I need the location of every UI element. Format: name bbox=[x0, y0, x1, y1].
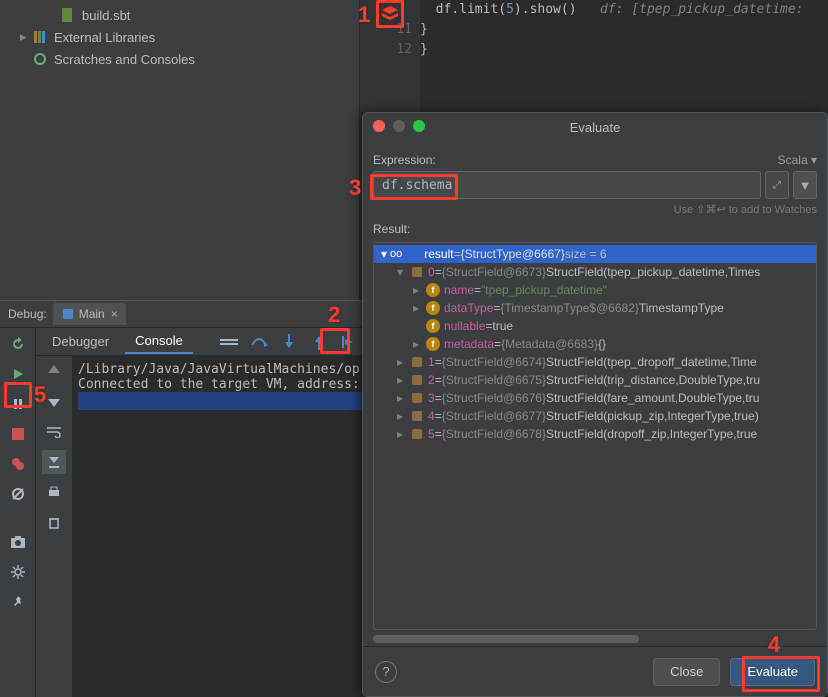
tree-node[interactable]: ▸1 = {StructField@6674} StructField(tpep… bbox=[374, 353, 816, 371]
result-tree[interactable]: ▾ oo result = {StructType@6667} size = 6… bbox=[373, 242, 817, 630]
callout-5: 5 bbox=[34, 382, 46, 408]
horizontal-scrollbar[interactable] bbox=[373, 634, 817, 644]
tree-label: Scratches and Consoles bbox=[54, 52, 195, 67]
callout-box-1 bbox=[376, 0, 404, 28]
debug-title-label: Debug: bbox=[8, 307, 47, 321]
callout-2: 2 bbox=[328, 302, 340, 328]
tree-node[interactable]: ▸fmetadata = {Metadata@6683} {} bbox=[374, 335, 816, 353]
callout-box-3 bbox=[370, 174, 458, 200]
library-icon bbox=[32, 29, 48, 45]
tree-node[interactable]: ▸3 = {StructField@6676} StructField(fare… bbox=[374, 389, 816, 407]
hint-label: Use ⇧⌘↩ to add to Watches bbox=[373, 203, 817, 216]
result-label: Result: bbox=[373, 222, 410, 236]
debug-run-tab[interactable]: Main × bbox=[53, 303, 126, 325]
soft-wrap-icon[interactable] bbox=[42, 420, 66, 444]
tree-node[interactable]: ▾ oo result = {StructType@6667} size = 6 bbox=[374, 245, 816, 263]
close-button[interactable]: Close bbox=[653, 658, 720, 686]
tree-node[interactable]: ▾0 = {StructField@6673} StructField(tpep… bbox=[374, 263, 816, 281]
callout-4: 4 bbox=[768, 632, 780, 658]
rerun-button[interactable] bbox=[6, 332, 30, 356]
show-execution-point-button[interactable] bbox=[217, 330, 241, 354]
window-controls[interactable] bbox=[373, 120, 425, 132]
callout-box-4 bbox=[742, 656, 820, 692]
clear-icon[interactable] bbox=[42, 510, 66, 534]
tree-node[interactable]: ▸fname = "tpep_pickup_datetime" bbox=[374, 281, 816, 299]
step-over-button[interactable] bbox=[247, 330, 271, 354]
minimize-window-icon[interactable] bbox=[393, 120, 405, 132]
project-tree: build.sbt ▸ External Libraries Scratches… bbox=[0, 0, 360, 300]
tree-node[interactable]: ▸2 = {StructField@6675} StructField(trip… bbox=[374, 371, 816, 389]
history-dropdown-icon[interactable]: ▼ bbox=[793, 171, 817, 199]
dialog-titlebar[interactable]: Evaluate bbox=[363, 113, 827, 141]
editor-code[interactable]: df.limit(5).show() df: [tpep_pickup_date… bbox=[420, 0, 828, 60]
tree-node[interactable]: ▸4 = {StructField@6677} StructField(pick… bbox=[374, 407, 816, 425]
callout-box-5 bbox=[4, 382, 32, 408]
dialog-title: Evaluate bbox=[570, 120, 621, 135]
tree-item-scratches[interactable]: Scratches and Consoles bbox=[0, 48, 359, 70]
tree-node[interactable]: ▸5 = {StructField@6678} StructField(drop… bbox=[374, 425, 816, 443]
stop-button[interactable] bbox=[6, 422, 30, 446]
tree-label: External Libraries bbox=[54, 30, 155, 45]
tree-node[interactable]: ▸fdataType = {TimestampType$@6682} Times… bbox=[374, 299, 816, 317]
expression-label: Expression: bbox=[373, 153, 436, 167]
tree-item-build-sbt[interactable]: build.sbt bbox=[0, 4, 359, 26]
help-button[interactable]: ? bbox=[375, 661, 397, 683]
callout-3: 3 bbox=[349, 175, 361, 201]
mute-breakpoints-button[interactable] bbox=[6, 482, 30, 506]
tab-debugger[interactable]: Debugger bbox=[42, 330, 119, 354]
tree-label: build.sbt bbox=[82, 8, 130, 23]
tree-node[interactable]: fnullable = true bbox=[374, 317, 816, 335]
pin-icon[interactable] bbox=[6, 590, 30, 614]
scroll-to-end-icon[interactable] bbox=[42, 450, 66, 474]
tab-console[interactable]: Console bbox=[125, 330, 193, 354]
up-arrow-icon[interactable] bbox=[42, 360, 66, 384]
expand-icon[interactable]: ⤢ bbox=[765, 171, 789, 199]
step-into-button[interactable] bbox=[277, 330, 301, 354]
callout-1: 1 bbox=[358, 2, 370, 28]
close-window-icon[interactable] bbox=[373, 120, 385, 132]
view-breakpoints-button[interactable] bbox=[6, 452, 30, 476]
sbt-file-icon bbox=[60, 7, 76, 23]
print-icon[interactable] bbox=[42, 480, 66, 504]
zoom-window-icon[interactable] bbox=[413, 120, 425, 132]
language-selector[interactable]: Scala bbox=[778, 153, 817, 167]
close-icon[interactable]: × bbox=[111, 307, 118, 321]
camera-icon[interactable] bbox=[6, 530, 30, 554]
scratch-icon bbox=[32, 51, 48, 67]
tree-item-external-libraries[interactable]: ▸ External Libraries bbox=[0, 26, 359, 48]
callout-box-2 bbox=[320, 328, 350, 354]
settings-icon[interactable] bbox=[6, 560, 30, 584]
